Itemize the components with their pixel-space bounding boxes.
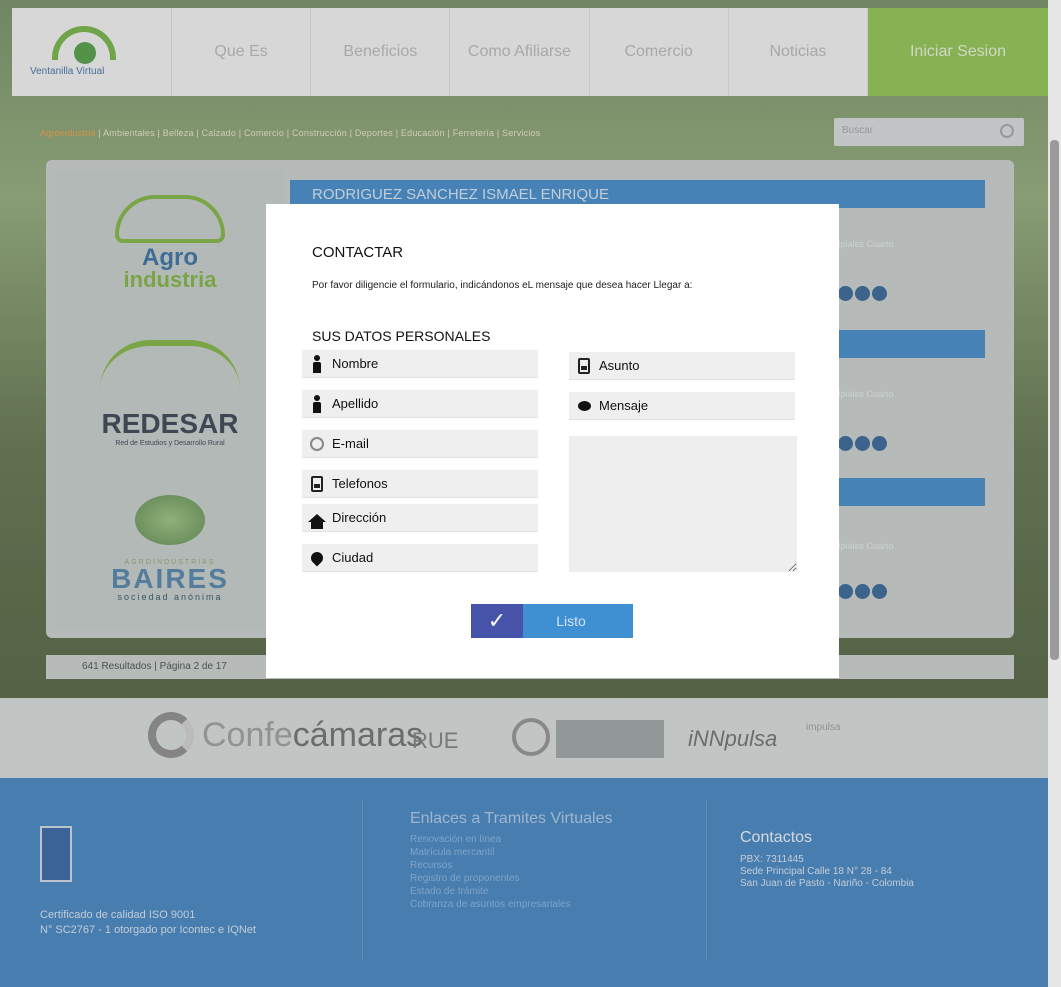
last-name-placeholder: Apellido (332, 396, 379, 411)
city-field[interactable]: Ciudad (302, 544, 538, 572)
email-field[interactable]: E-mail (302, 430, 538, 458)
message-textarea[interactable] (569, 436, 797, 572)
personal-data-heading: SUS DATOS PERSONALES (312, 328, 491, 344)
at-sign-icon (308, 435, 326, 453)
phone-icon (575, 357, 593, 375)
person-icon (308, 394, 326, 413)
first-name-placeholder: Nombre (332, 356, 379, 371)
email-placeholder: E-mail (332, 436, 369, 451)
submit-label: Listo (523, 604, 633, 638)
checkmark-icon: ✓ (471, 604, 523, 638)
speech-bubble-icon (575, 397, 593, 415)
address-field[interactable]: Dirección (302, 504, 538, 532)
subject-field[interactable]: Asunto (569, 352, 795, 380)
subject-placeholder: Asunto (599, 358, 640, 373)
contact-modal: CONTACTAR Por favor diligencie el formul… (266, 204, 839, 678)
modal-description: Por favor diligencie el formulario, indi… (312, 280, 693, 291)
location-pin-icon (308, 549, 326, 567)
person-icon (308, 354, 326, 373)
message-label-field[interactable]: Mensaje (569, 392, 795, 420)
first-name-field[interactable]: Nombre (302, 350, 538, 378)
phone-field[interactable]: Telefonos (302, 470, 538, 498)
phone-icon (308, 475, 326, 493)
home-icon (308, 509, 326, 529)
phone-placeholder: Telefonos (332, 476, 388, 491)
submit-button[interactable]: ✓ Listo (471, 604, 633, 638)
scrollbar-thumb[interactable] (1050, 140, 1059, 660)
city-placeholder: Ciudad (332, 550, 374, 565)
modal-title: CONTACTAR (312, 244, 404, 261)
last-name-field[interactable]: Apellido (302, 390, 538, 418)
message-placeholder: Mensaje (599, 398, 649, 413)
address-placeholder: Dirección (332, 510, 387, 525)
